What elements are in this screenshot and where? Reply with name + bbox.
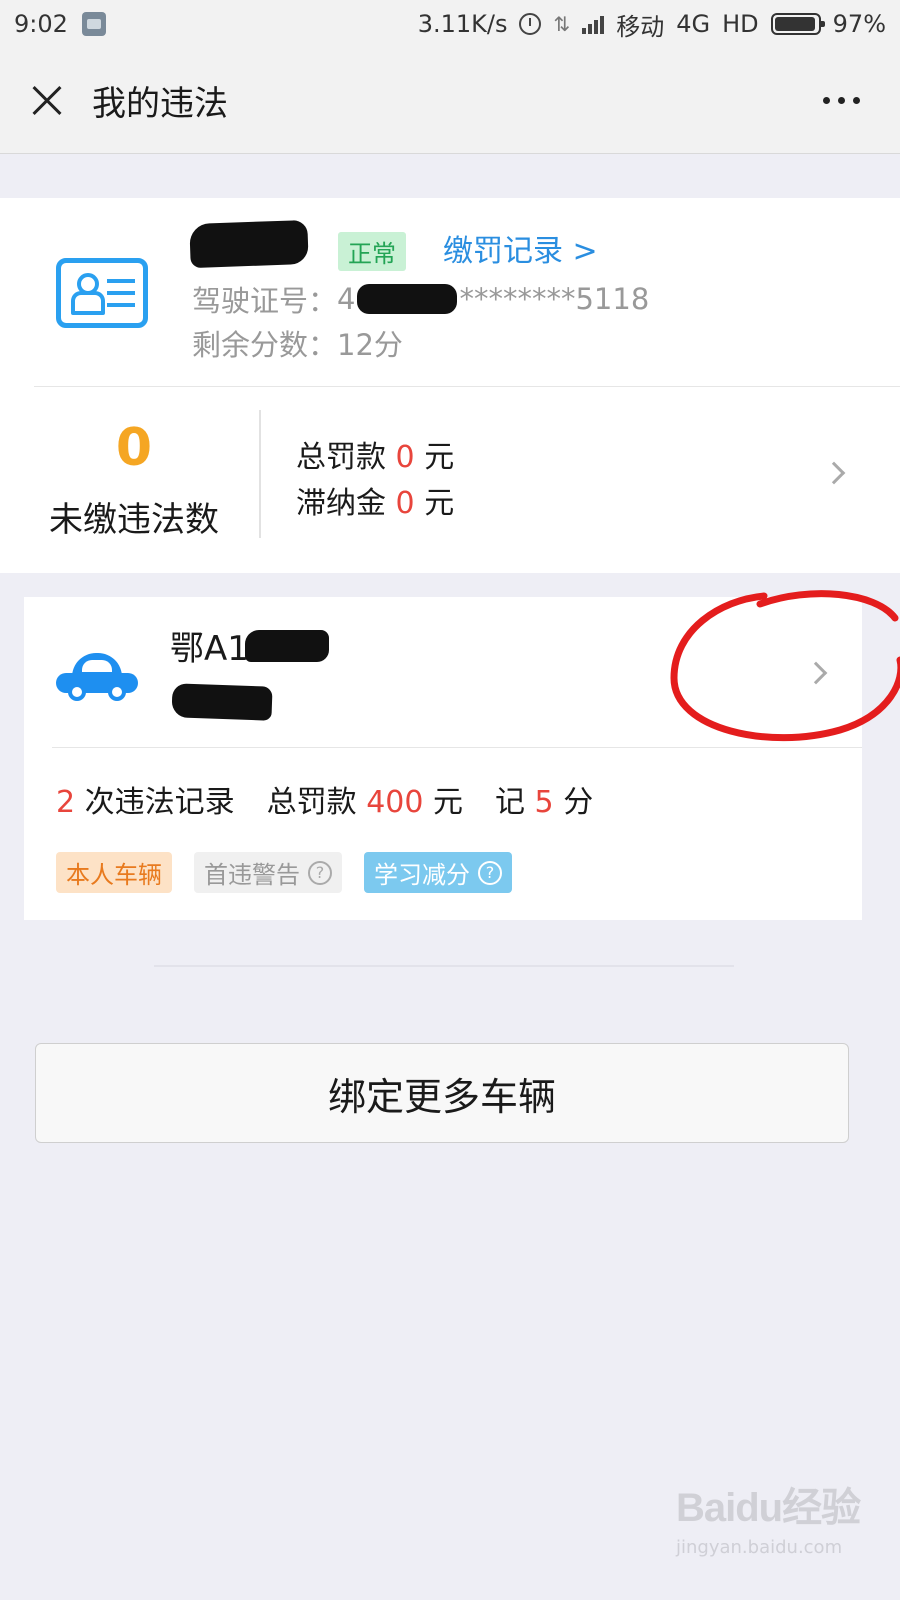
- first-offense-warning-tag[interactable]: 首违警告 ?: [194, 852, 342, 893]
- license-plate-prefix: 鄂A1: [170, 629, 249, 669]
- battery-percent: 97%: [832, 10, 886, 38]
- total-fine-value: 0: [395, 440, 415, 475]
- redacted-driver-name: [189, 219, 309, 269]
- license-plate: 鄂A1: [170, 621, 329, 670]
- vehicle-card[interactable]: 鄂A1 2 次违法记录 总罚款 400 元 记 5 分 本人车辆 首违警告 ? …: [24, 597, 862, 920]
- remaining-points: 剩余分数：12分: [192, 328, 403, 362]
- license-number-label: 驾驶证号：: [192, 284, 338, 318]
- watermark-logo: Baidu经验: [676, 1486, 861, 1530]
- late-fee-unit: 元: [424, 486, 455, 521]
- total-fine-unit: 元: [424, 440, 455, 475]
- divider: [52, 747, 862, 748]
- license-number-suffix: ********5118: [459, 282, 650, 316]
- payment-record-link[interactable]: 缴罚记录 >: [443, 226, 598, 270]
- more-dots-icon: [823, 97, 830, 104]
- redacted-license-digits: [357, 284, 458, 314]
- violation-record-label: 次违法记录: [84, 785, 235, 820]
- chevron-right-icon[interactable]: [804, 661, 828, 685]
- own-vehicle-tag: 本人车辆: [56, 852, 172, 893]
- nav-bar: 我的违法: [0, 48, 900, 154]
- unpaid-violation-count: 0: [115, 418, 153, 478]
- notification-icon: [81, 12, 106, 36]
- divider: [34, 386, 900, 387]
- close-button[interactable]: [26, 81, 66, 121]
- total-fine-label: 总罚款: [296, 440, 386, 475]
- redacted-vehicle-model: [171, 683, 273, 721]
- vehicle-fine-label: 总罚款: [266, 785, 357, 820]
- watermark-url: jingyan.baidu.com: [676, 1537, 843, 1558]
- vehicle-points-label: 记: [495, 785, 525, 820]
- status-right: 3.11K/s ⇅ 移动 4G HD 97%: [418, 7, 886, 42]
- alarm-icon: [519, 13, 542, 35]
- bind-more-vehicles-button[interactable]: 绑定更多车辆: [35, 1043, 849, 1143]
- car-icon: [56, 653, 138, 701]
- late-fee-label: 滞纳金: [296, 486, 386, 521]
- status-time: 9:02: [14, 10, 68, 38]
- net-speed: 3.11K/s: [417, 10, 508, 38]
- late-fee-value: 0: [395, 486, 415, 521]
- carrier-name: 移动: [616, 12, 665, 41]
- vertical-divider: [259, 410, 261, 538]
- divider: [154, 965, 734, 967]
- first-offense-warning-label: 首违警告: [204, 861, 300, 889]
- signal-icon: [582, 14, 605, 34]
- vehicle-fine-unit: 元: [433, 785, 463, 820]
- redacted-plate-digits: [244, 629, 329, 662]
- total-fine-row: 总罚款 0 元: [296, 432, 454, 476]
- vehicle-fine-value: 400: [366, 785, 424, 820]
- study-reduce-points-label: 学习减分: [374, 861, 470, 889]
- baidu-watermark: Baidu经验 jingyan.baidu.com: [676, 1475, 886, 1585]
- data-transfer-icon: ⇅: [553, 12, 571, 36]
- help-icon[interactable]: ?: [308, 860, 332, 885]
- license-number-prefix: 4: [337, 282, 356, 316]
- vehicle-violation-summary: 2 次违法记录 总罚款 400 元 记 5 分: [56, 777, 593, 821]
- unpaid-violation-label: 未缴违法数: [49, 500, 219, 540]
- vehicle-tags: 本人车辆 首违警告 ? 学习减分 ?: [56, 852, 512, 893]
- driver-license-icon: [56, 258, 148, 328]
- vehicle-points-value: 5: [534, 785, 554, 820]
- help-icon[interactable]: ?: [478, 860, 502, 885]
- license-status-badge: 正常: [338, 232, 406, 271]
- hd-indicator: HD: [722, 10, 759, 38]
- study-reduce-points-tag[interactable]: 学习减分 ?: [364, 852, 512, 893]
- vehicle-points-unit: 分: [563, 785, 594, 820]
- violation-record-count: 2: [56, 785, 76, 820]
- license-number: 驾驶证号： 4 ********5118: [192, 278, 649, 320]
- battery-icon: [770, 13, 825, 35]
- late-fee-row: 滞纳金 0 元: [296, 478, 454, 522]
- more-menu-button[interactable]: [809, 87, 874, 114]
- status-left: 9:02: [14, 10, 106, 38]
- network-type: 4G: [676, 10, 711, 38]
- status-bar: 9:02 3.11K/s ⇅ 移动 4G HD 97%: [0, 0, 900, 48]
- page-title: 我的违法: [92, 84, 228, 124]
